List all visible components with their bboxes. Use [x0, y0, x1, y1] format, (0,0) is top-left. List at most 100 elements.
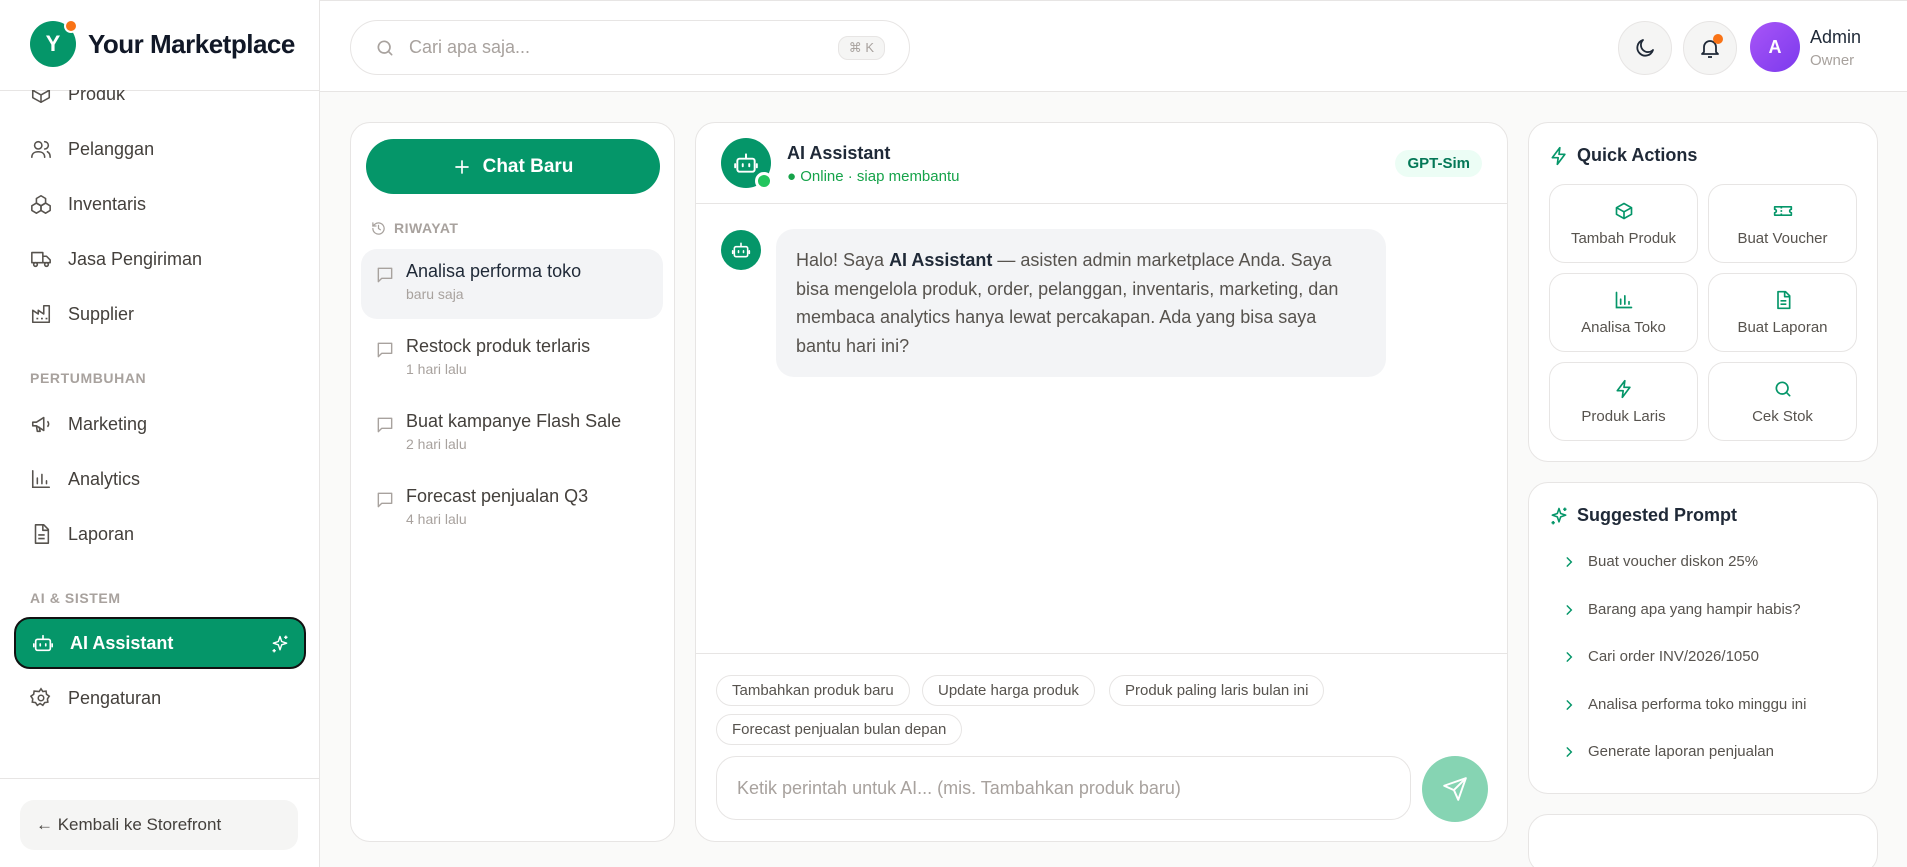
suggested-prompt-item[interactable]: Generate laporan penjualan	[1562, 743, 1774, 760]
sidebar-item-label: Pengaturan	[68, 687, 162, 708]
history-item-time: 4 hari lalu	[406, 511, 467, 527]
history-item[interactable]: Restock produk terlaris 1 hari lalu	[361, 324, 663, 394]
online-indicator	[755, 172, 773, 190]
brand-logo: Y	[30, 19, 78, 67]
new-chat-label: Chat Baru	[482, 155, 574, 177]
quick-action-buat-voucher[interactable]: Buat Voucher	[1708, 184, 1857, 263]
message-square-icon	[377, 267, 393, 283]
model-badge: GPT-Sim	[1395, 150, 1482, 177]
message-input-wrapper[interactable]	[716, 756, 1411, 820]
back-to-storefront-button[interactable]: ← Kembali ke Storefront	[20, 800, 298, 850]
suggested-prompt-title: Suggested Prompt	[1549, 505, 1737, 526]
sidebar-nav: Produk Pelanggan Inventaris Jasa Pengiri…	[0, 90, 320, 778]
history-item[interactable]: Analisa performa toko baru saja	[361, 249, 663, 319]
new-chat-button[interactable]: Chat Baru	[366, 139, 660, 194]
quick-action-analisa-toko[interactable]: Analisa Toko	[1549, 273, 1698, 352]
chevron-right-icon	[1566, 699, 1573, 710]
quick-action-buat-laporan[interactable]: Buat Laporan	[1708, 273, 1857, 352]
sidebar-item-label: Pelanggan	[68, 138, 155, 159]
chat-header: AI Assistant ● Online · siap membantu GP…	[696, 123, 1507, 204]
chat-title: AI Assistant	[787, 143, 891, 163]
suggested-prompt-label: Analisa performa toko minggu ini	[1588, 696, 1807, 713]
quick-action-cek-stok[interactable]: Cek Stok	[1708, 362, 1857, 441]
plus-icon	[454, 159, 469, 174]
suggested-prompt-item[interactable]: Buat voucher diskon 25%	[1562, 553, 1758, 570]
quick-actions-title: Quick Actions	[1549, 145, 1697, 166]
card-title-label: Quick Actions	[1577, 145, 1698, 165]
quick-action-label: Analisa Toko	[1581, 318, 1666, 336]
suggested-prompt-label: Generate laporan penjualan	[1588, 743, 1774, 760]
boxes-icon	[31, 194, 51, 214]
divider	[0, 778, 320, 779]
message-square-icon	[377, 417, 393, 433]
suggested-prompt-card: Suggested Prompt Buat voucher diskon 25%…	[1528, 482, 1878, 794]
box-icon	[1615, 202, 1632, 219]
box-icon	[31, 90, 51, 104]
sidebar-item-produk[interactable]: Produk	[14, 90, 306, 120]
bar-chart-icon	[1615, 291, 1632, 308]
sidebar-item-ai-assistant[interactable]: AI Assistant	[14, 617, 306, 669]
theme-toggle-button[interactable]	[1618, 21, 1672, 75]
quick-action-tambah-produk[interactable]: Tambah Produk	[1549, 184, 1698, 263]
brand-logo-dot	[64, 19, 78, 33]
suggested-prompt-item[interactable]: Barang apa yang hampir habis?	[1562, 601, 1801, 618]
sidebar-item-pelanggan[interactable]: Pelanggan	[14, 123, 306, 175]
sidebar-item-supplier[interactable]: Supplier	[14, 288, 306, 340]
suggested-prompt-item[interactable]: Analisa performa toko minggu ini	[1562, 696, 1806, 713]
chevron-right-icon	[1566, 746, 1573, 757]
sidebar-item-jasa-pengiriman[interactable]: Jasa Pengiriman	[14, 233, 306, 285]
avatar[interactable]: A	[1750, 22, 1800, 72]
sidebar-item-label: Inventaris	[68, 193, 147, 214]
message-text: Halo! Saya	[796, 250, 890, 270]
sidebar-item-inventaris[interactable]: Inventaris	[14, 178, 306, 230]
quick-action-label: Buat Voucher	[1737, 229, 1828, 247]
user-name: Admin	[1810, 27, 1862, 47]
sidebar-item-marketing[interactable]: Marketing	[14, 398, 306, 450]
send-button[interactable]	[1422, 756, 1488, 822]
sidebar-item-label: Laporan	[68, 523, 135, 544]
history-item-time: 1 hari lalu	[406, 361, 467, 377]
card-title-label: Suggested Prompt	[1577, 505, 1738, 525]
suggested-prompt-label: Barang apa yang hampir habis?	[1588, 601, 1801, 618]
notifications-button[interactable]	[1683, 21, 1737, 75]
sidebar-item-pengaturan[interactable]: Pengaturan	[14, 672, 306, 724]
shortcut-badge: ⌘ K	[837, 36, 885, 60]
message-avatar	[721, 230, 761, 270]
quick-action-label: Buat Laporan	[1737, 318, 1828, 336]
bot-icon	[734, 153, 758, 173]
chevron-right-icon	[1566, 556, 1573, 567]
prompt-chip[interactable]: Produk paling laris bulan ini	[1109, 675, 1325, 706]
prompt-chip[interactable]: Forecast penjualan bulan depan	[716, 714, 963, 745]
brand[interactable]: Y Your Marketplace	[30, 19, 295, 67]
sparkles-icon	[1551, 507, 1567, 524]
chevron-right-icon	[1566, 604, 1573, 615]
top-header: ⌘ K A Admin Owner	[320, 0, 1907, 92]
message-input[interactable]	[737, 777, 1390, 799]
sidebar-item-label: Marketing	[68, 413, 148, 434]
sidebar-item-analytics[interactable]: Analytics	[14, 453, 306, 505]
prompt-chip[interactable]: Tambahkan produk baru	[716, 675, 910, 706]
suggested-prompt-item[interactable]: Cari order INV/2026/1050	[1562, 648, 1759, 665]
sidebar-item-label: Analytics	[68, 468, 141, 489]
sidebar-item-laporan[interactable]: Laporan	[14, 508, 306, 560]
notification-dot	[1713, 34, 1723, 44]
history-item[interactable]: Buat kampanye Flash Sale 2 hari lalu	[361, 399, 663, 469]
ticket-icon	[1773, 205, 1792, 216]
history-item[interactable]: Forecast penjualan Q3 4 hari lalu	[361, 474, 663, 544]
prompt-chip[interactable]: Update harga produk	[922, 675, 1095, 706]
chat-history-panel: Chat Baru RIWAYAT Analisa performa toko …	[350, 122, 675, 842]
sidebar-item-label: Jasa Pengiriman	[68, 248, 203, 269]
sparkles-icon	[272, 635, 288, 653]
user-role: Owner	[1810, 52, 1855, 69]
search-input[interactable]	[409, 37, 809, 58]
factory-icon	[31, 304, 51, 324]
history-section-label: RIWAYAT	[394, 220, 459, 236]
history-section-title: RIWAYAT	[371, 220, 458, 236]
quick-action-produk-laris[interactable]: Produk Laris	[1549, 362, 1698, 441]
sidebar-item-label: Produk	[68, 90, 126, 104]
chat-panel: AI Assistant ● Online · siap membantu GP…	[695, 122, 1508, 842]
megaphone-icon	[31, 416, 50, 433]
history-item-title: Forecast penjualan Q3	[406, 486, 589, 506]
brand-name: Your Marketplace	[88, 28, 295, 59]
search-bar[interactable]: ⌘ K	[350, 20, 910, 75]
